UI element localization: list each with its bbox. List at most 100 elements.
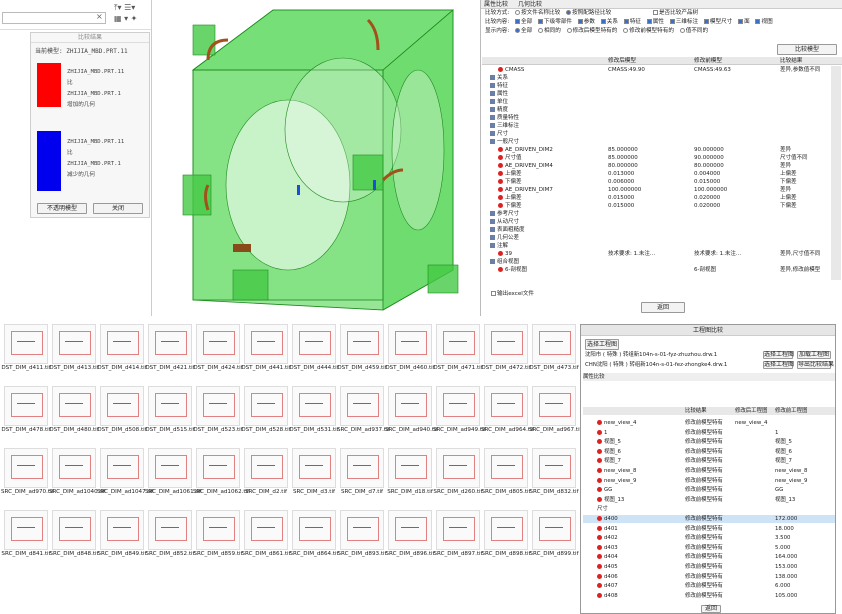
drawing-thumbnail[interactable] [388,448,432,488]
result-row[interactable]: 单位 [482,98,842,106]
drawing-thumbnail[interactable] [532,510,576,550]
drawing-thumbnail[interactable] [4,324,48,364]
result-row[interactable]: 属性 [482,90,842,98]
dialog-row[interactable]: 视图_5 修改前模型特有 视图_5 [583,438,835,446]
show-radio[interactable] [679,28,685,33]
result-row[interactable]: 精度 [482,106,842,114]
drawing-thumbnail[interactable] [4,448,48,488]
drawing-thumbnail[interactable] [484,448,528,488]
drawing-thumbnail[interactable] [196,510,240,550]
result-row[interactable]: 尺寸值 85.000000 90.000000 尺寸值不同 [482,154,842,162]
result-row[interactable]: 特征 [482,82,842,90]
result-row[interactable]: 表面粗糙度 [482,226,842,234]
drawing-thumbnail[interactable] [436,386,480,426]
dialog-row[interactable]: GG 修改前模型特有 GG [583,486,835,494]
drawing-thumbnail[interactable] [196,448,240,488]
dialog-row[interactable]: d401 修改前模型特有 18.000 [583,525,835,533]
dialog-row[interactable]: d406 修改前模型特有 138.000 [583,573,835,581]
export-checkbox[interactable] [491,291,496,296]
dialog-row[interactable]: 视图_7 修改前模型特有 视图_7 [583,457,835,465]
dialog-row[interactable]: new_view_8 修改前模型特有 new_view_8 [583,467,835,475]
content-checkbox[interactable] [646,19,652,24]
result-row[interactable]: 组合视图 [482,258,842,266]
drawing-thumbnail[interactable] [196,324,240,364]
drawing-thumbnail[interactable] [196,386,240,426]
dialog-row[interactable]: 视图_13 修改前模型特有 视图_13 [583,496,835,504]
result-row[interactable]: 从动尺寸 [482,218,842,226]
show-radio[interactable] [538,28,544,33]
drawing-thumbnail[interactable] [52,510,96,550]
drawing-thumbnail[interactable] [484,324,528,364]
drawing-thumbnail[interactable] [244,510,288,550]
drawing-thumbnail[interactable] [292,324,336,364]
show-radio[interactable] [515,28,521,33]
result-row[interactable]: 质量特性 [482,114,842,122]
drawing-thumbnail[interactable] [100,324,144,364]
content-checkbox[interactable] [538,19,544,24]
show-radio[interactable] [623,28,629,33]
result-row[interactable]: 参考尺寸 [482,210,842,218]
drawing-thumbnail[interactable] [244,448,288,488]
drawing-thumbnail[interactable] [388,386,432,426]
result-row[interactable]: 关系 [482,74,842,82]
compare-tree-checkbox[interactable] [652,10,658,15]
drawing-thumbnail[interactable] [436,448,480,488]
select-drawing-button[interactable]: 选择工程图 [585,339,619,350]
drawing-thumbnail[interactable] [244,324,288,364]
dialog-row[interactable]: new_view_4 修改前模型特有 new_view_4 [583,419,835,427]
export-excel-checkbox-row[interactable]: 输出excel文件 [483,290,534,299]
dialog-row[interactable]: d404 修改前模型特有 164.000 [583,553,835,561]
dialog-row[interactable]: 视图_6 修改前模型特有 视图_6 [583,448,835,456]
dialog-row[interactable]: d405 修改前模型特有 153.000 [583,563,835,571]
drawing-thumbnail[interactable] [292,448,336,488]
dialog-row[interactable]: d407 修改前模型特有 6.000 [583,582,835,590]
content-checkbox[interactable] [577,19,583,24]
dialog-row[interactable]: new_view_9 修改前模型特有 new_view_9 [583,477,835,485]
result-row[interactable]: 尺寸 [482,130,842,138]
content-checkbox[interactable] [600,19,606,24]
result-row[interactable]: CMASS CMASS:49.90 CMASS:49.63 差异,参数值不同 [482,66,842,74]
drawing-thumbnail[interactable] [532,386,576,426]
result-row[interactable]: 下偏差 0.015000 0.020000 下偏差 [482,202,842,210]
drawing-thumbnail[interactable] [340,386,384,426]
opaque-model-button[interactable]: 不透明模型 [37,203,87,214]
dialog-row[interactable]: d402 修改前模型特有 3.500 [583,534,835,542]
drawing-thumbnail[interactable] [100,510,144,550]
drawing-thumbnail[interactable] [436,324,480,364]
drawing-thumbnail[interactable] [148,386,192,426]
drawing-thumbnail[interactable] [340,448,384,488]
drawing-thumbnail[interactable] [100,448,144,488]
tab-attribute-compare[interactable]: 属性比较 [484,1,508,8]
content-checkbox[interactable] [738,19,744,24]
result-row[interactable]: 上偏差 0.015000 0.020000 上偏差 [482,194,842,202]
content-checkbox[interactable] [755,19,761,24]
drawing-thumbnail[interactable] [532,324,576,364]
result-row[interactable]: AE_DRIVEN_DIM2 85.000000 90.000000 差异 [482,146,842,154]
dialog-back-button[interactable]: 返回 [701,605,721,613]
method-radio-name[interactable] [515,10,521,15]
dialog-row[interactable]: d408 修改前模型特有 105.000 [583,592,835,600]
result-row[interactable]: 上偏差 0.013000 0.004000 上偏差 [482,170,842,178]
load-button[interactable]: 加载工程图 [797,351,831,359]
method-radio-path[interactable] [566,10,571,15]
result-row[interactable]: AE_DRIVEN_DIM7 100.000000 100.000000 差异 [482,186,842,194]
content-checkbox[interactable] [623,19,629,24]
drawing-thumbnail[interactable] [532,448,576,488]
select-button-1[interactable]: 选择工程图 [763,351,794,359]
result-row[interactable]: 注解 [482,242,842,250]
result-row[interactable]: 39 技术要求: 1.未注... 技术要求: 1.未注... 差异,尺寸值不同 [482,250,842,258]
drawing-thumbnail[interactable] [388,324,432,364]
dialog-row[interactable]: d403 修改前模型特有 5.000 [583,544,835,552]
drawing-thumbnail[interactable] [148,448,192,488]
result-row[interactable]: 三维标注 [482,122,842,130]
content-checkbox[interactable] [515,19,521,24]
drawing-thumbnail[interactable] [52,386,96,426]
tab-geometry-compare[interactable]: 几何比较 [518,1,542,8]
drawing-thumbnail[interactable] [340,510,384,550]
cad-viewport[interactable] [153,0,479,316]
compare-model-button[interactable]: 比较模型 [777,44,837,55]
drawing-thumbnail[interactable] [52,324,96,364]
drawing-thumbnail[interactable] [244,386,288,426]
export-result-button[interactable]: 导出比较结果 [797,361,834,369]
result-row[interactable]: 一般尺寸 [482,138,842,146]
